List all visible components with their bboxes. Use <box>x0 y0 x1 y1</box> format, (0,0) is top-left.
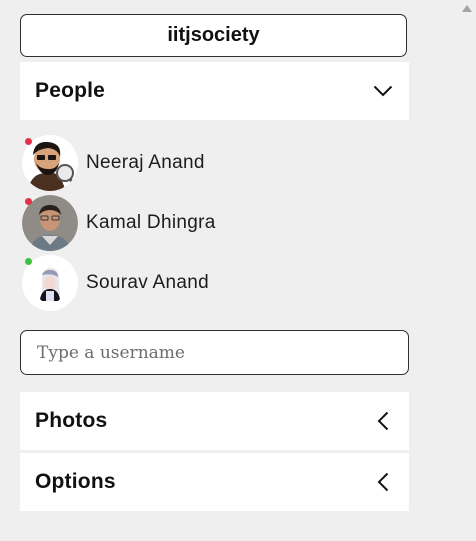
options-panel-header[interactable]: Options <box>20 453 409 511</box>
people-list: Neeraj Anand Kamal Dhingra Sourav Anand <box>20 133 409 313</box>
chevron-left-icon <box>373 411 393 431</box>
room-title: iitjsociety <box>167 24 260 46</box>
status-dot-online <box>25 258 32 265</box>
status-dot-offline <box>25 198 32 205</box>
avatar-container <box>22 255 78 311</box>
room-title-box: iitjsociety <box>20 14 407 57</box>
list-item[interactable]: Kamal Dhingra <box>20 193 409 253</box>
person-name: Kamal Dhingra <box>86 212 216 233</box>
avatar-container <box>22 135 78 191</box>
people-panel-label: People <box>35 79 106 102</box>
username-input[interactable] <box>20 330 409 375</box>
status-dot-offline <box>25 138 32 145</box>
scroll-up-arrow-icon[interactable] <box>460 2 474 14</box>
chat-sidebar: iitjsociety People Neeraj Anand Kamal Dh… <box>0 0 476 541</box>
options-panel-label: Options <box>35 470 116 493</box>
photos-panel-header[interactable]: Photos <box>20 392 409 450</box>
chevron-left-icon <box>373 472 393 492</box>
chevron-down-icon <box>373 81 393 101</box>
person-name: Neeraj Anand <box>86 152 205 173</box>
list-item[interactable]: Neeraj Anand <box>20 133 409 193</box>
people-panel-header[interactable]: People <box>20 62 409 120</box>
person-name: Sourav Anand <box>86 272 209 293</box>
avatar-container <box>22 195 78 251</box>
list-item[interactable]: Sourav Anand <box>20 253 409 313</box>
photos-panel-label: Photos <box>35 409 108 432</box>
